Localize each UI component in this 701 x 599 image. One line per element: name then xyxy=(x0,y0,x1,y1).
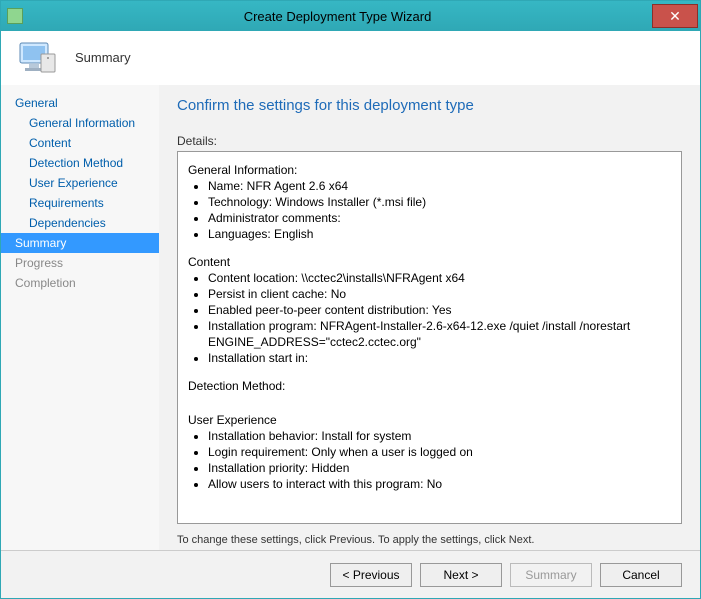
gi-tech: Technology: Windows Installer (*.msi fil… xyxy=(208,194,671,210)
wizard-body: General General Information Content Dete… xyxy=(1,85,700,550)
c-p2p: Enabled peer-to-peer content distributio… xyxy=(208,302,671,318)
step-title: Summary xyxy=(75,50,131,65)
c-install-start: Installation start in: xyxy=(208,350,671,366)
window-title: Create Deployment Type Wizard xyxy=(23,9,652,24)
button-bar: < Previous Next > Summary Cancel xyxy=(1,550,700,598)
page-heading: Confirm the settings for this deployment… xyxy=(177,97,682,114)
app-icon xyxy=(7,8,23,24)
next-button[interactable]: Next > xyxy=(420,563,502,587)
cancel-button[interactable]: Cancel xyxy=(600,563,682,587)
sidebar-item-detection-method[interactable]: Detection Method xyxy=(1,153,159,173)
sidebar-item-general-information[interactable]: General Information xyxy=(1,113,159,133)
c-persist: Persist in client cache: No xyxy=(208,286,671,302)
c-location: Content location: \\cctec2\installs\NFRA… xyxy=(208,270,671,286)
sidebar-item-content[interactable]: Content xyxy=(1,133,159,153)
section-user-experience: User Experience xyxy=(188,412,671,428)
c-install-prog-line2: ENGINE_ADDRESS="cctec2.cctec.org" xyxy=(208,335,421,349)
section-general-info: General Information: xyxy=(188,162,671,178)
sidebar-item-summary[interactable]: Summary xyxy=(1,233,159,253)
c-install-prog: Installation program: NFRAgent-Installer… xyxy=(208,318,671,350)
previous-button[interactable]: < Previous xyxy=(330,563,412,587)
wizard-header: Summary xyxy=(1,31,700,85)
hint-text: To change these settings, click Previous… xyxy=(177,534,682,546)
gi-name: Name: NFR Agent 2.6 x64 xyxy=(208,178,671,194)
gi-lang: Languages: English xyxy=(208,226,671,242)
section-detection: Detection Method: xyxy=(188,378,671,394)
ux-interact: Allow users to interact with this progra… xyxy=(208,476,671,492)
monitor-icon xyxy=(17,40,57,76)
gi-admin: Administrator comments: xyxy=(208,210,671,226)
titlebar: Create Deployment Type Wizard ✕ xyxy=(1,1,700,31)
ux-list: Installation behavior: Install for syste… xyxy=(188,428,671,492)
close-button[interactable]: ✕ xyxy=(652,4,698,28)
sidebar: General General Information Content Dete… xyxy=(1,85,159,550)
sidebar-item-general[interactable]: General xyxy=(1,93,159,113)
section-content: Content xyxy=(188,254,671,270)
ux-login: Login requirement: Only when a user is l… xyxy=(208,444,671,460)
sidebar-item-user-experience[interactable]: User Experience xyxy=(1,173,159,193)
close-icon: ✕ xyxy=(669,8,681,25)
sidebar-item-dependencies[interactable]: Dependencies xyxy=(1,213,159,233)
sidebar-item-progress: Progress xyxy=(1,253,159,273)
details-box[interactable]: General Information: Name: NFR Agent 2.6… xyxy=(177,151,682,524)
details-label: Details: xyxy=(177,134,682,148)
sidebar-item-requirements[interactable]: Requirements xyxy=(1,193,159,213)
sidebar-item-completion: Completion xyxy=(1,273,159,293)
c-install-prog-line1: Installation program: NFRAgent-Installer… xyxy=(208,319,630,333)
summary-button: Summary xyxy=(510,563,592,587)
ux-behavior: Installation behavior: Install for syste… xyxy=(208,428,671,444)
ux-priority: Installation priority: Hidden xyxy=(208,460,671,476)
main-panel: Confirm the settings for this deployment… xyxy=(159,85,700,550)
general-info-list: Name: NFR Agent 2.6 x64 Technology: Wind… xyxy=(188,178,671,242)
content-list: Content location: \\cctec2\installs\NFRA… xyxy=(188,270,671,366)
